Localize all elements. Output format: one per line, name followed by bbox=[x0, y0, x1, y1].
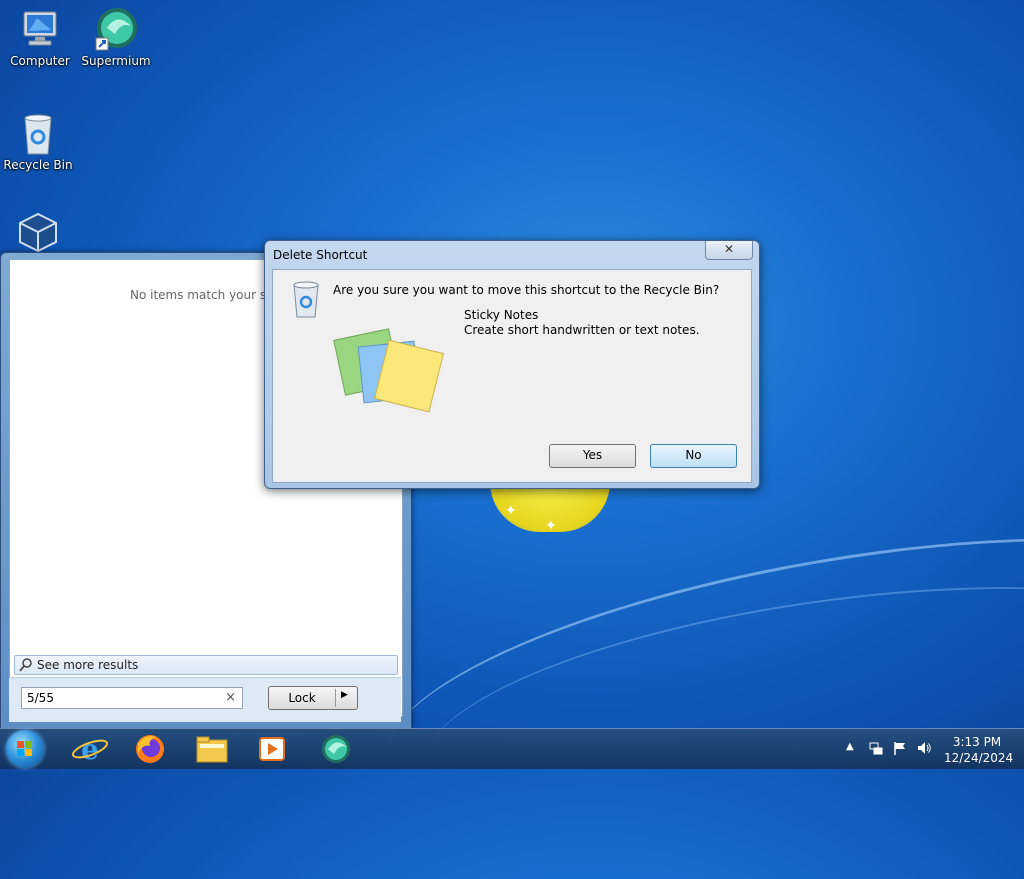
system-tray: ▲ 3:13 PM 12/24/2024 bbox=[824, 729, 1024, 769]
item-name: Sticky Notes bbox=[464, 308, 539, 322]
start-search-input[interactable]: 5/55 × bbox=[21, 687, 243, 709]
supermium-icon[interactable] bbox=[314, 732, 358, 766]
see-more-label: See more results bbox=[37, 658, 139, 672]
close-icon: ✕ bbox=[723, 242, 735, 256]
no-results-message: No items match your search. bbox=[130, 288, 270, 302]
close-button[interactable]: ✕ bbox=[705, 241, 753, 260]
volume-icon[interactable] bbox=[916, 740, 932, 756]
item-description: Create short handwritten or text notes. bbox=[464, 323, 700, 337]
search-icon bbox=[19, 658, 33, 675]
media-player-icon[interactable] bbox=[250, 732, 294, 766]
lock-button-label: Lock bbox=[288, 691, 316, 705]
supermium-icon bbox=[93, 6, 139, 52]
yes-button[interactable]: Yes bbox=[549, 444, 636, 468]
desktop-icon-label: Recycle Bin bbox=[3, 158, 73, 172]
desktop-icon-computer[interactable]: Computer bbox=[2, 6, 78, 68]
clock-time: 3:13 PM bbox=[952, 735, 1002, 749]
clock[interactable]: 3:13 PM 12/24/2024 bbox=[944, 734, 1014, 766]
dialog-question: Are you sure you want to move this short… bbox=[333, 283, 720, 297]
lock-button-separator bbox=[335, 689, 336, 707]
recycle-bin-icon bbox=[15, 110, 61, 156]
sparkle-icon: ✦ bbox=[505, 503, 517, 519]
show-hidden-icons-icon[interactable]: ▲ bbox=[846, 741, 854, 752]
desktop-icon-label: Computer bbox=[10, 54, 70, 68]
internet-explorer-icon[interactable]: e bbox=[68, 732, 112, 766]
chevron-right-icon[interactable]: ▶ bbox=[341, 690, 348, 700]
network-icon[interactable] bbox=[868, 740, 884, 756]
desktop-icon-supermium[interactable]: Supermium bbox=[78, 6, 154, 68]
taskbar: e ▲ 3:13 PM 12/24/2024 bbox=[0, 728, 1024, 769]
sticky-notes-icon bbox=[331, 320, 451, 420]
firefox-icon[interactable] bbox=[128, 732, 172, 766]
desktop-icon-label: Supermium bbox=[81, 54, 151, 68]
dialog-content: Are you sure you want to move this short… bbox=[272, 269, 752, 483]
clear-search-icon[interactable]: × bbox=[225, 690, 236, 705]
action-center-flag-icon[interactable] bbox=[892, 740, 908, 756]
start-menu-bottom-bar: 5/55 × Lock ▶ bbox=[9, 677, 401, 722]
svg-text:e: e bbox=[81, 733, 99, 766]
lock-button[interactable]: Lock ▶ bbox=[268, 686, 358, 710]
file-explorer-icon[interactable] bbox=[190, 732, 234, 766]
delete-shortcut-dialog: Delete Shortcut ✕ Are you sure you want … bbox=[264, 240, 760, 489]
start-button[interactable] bbox=[6, 730, 44, 768]
recycle-bin-icon bbox=[291, 280, 321, 321]
clock-date: 12/24/2024 bbox=[944, 751, 1014, 765]
dialog-title: Delete Shortcut bbox=[273, 248, 368, 262]
see-more-results-button[interactable]: See more results bbox=[14, 655, 398, 675]
computer-icon bbox=[17, 6, 63, 52]
windows-logo-icon bbox=[17, 741, 33, 757]
no-button[interactable]: No bbox=[650, 444, 737, 468]
search-input-value: 5/55 bbox=[27, 691, 54, 705]
desktop-icon-recycle-bin[interactable]: Recycle Bin bbox=[0, 110, 76, 172]
sparkle-icon: ✦ bbox=[545, 518, 557, 534]
